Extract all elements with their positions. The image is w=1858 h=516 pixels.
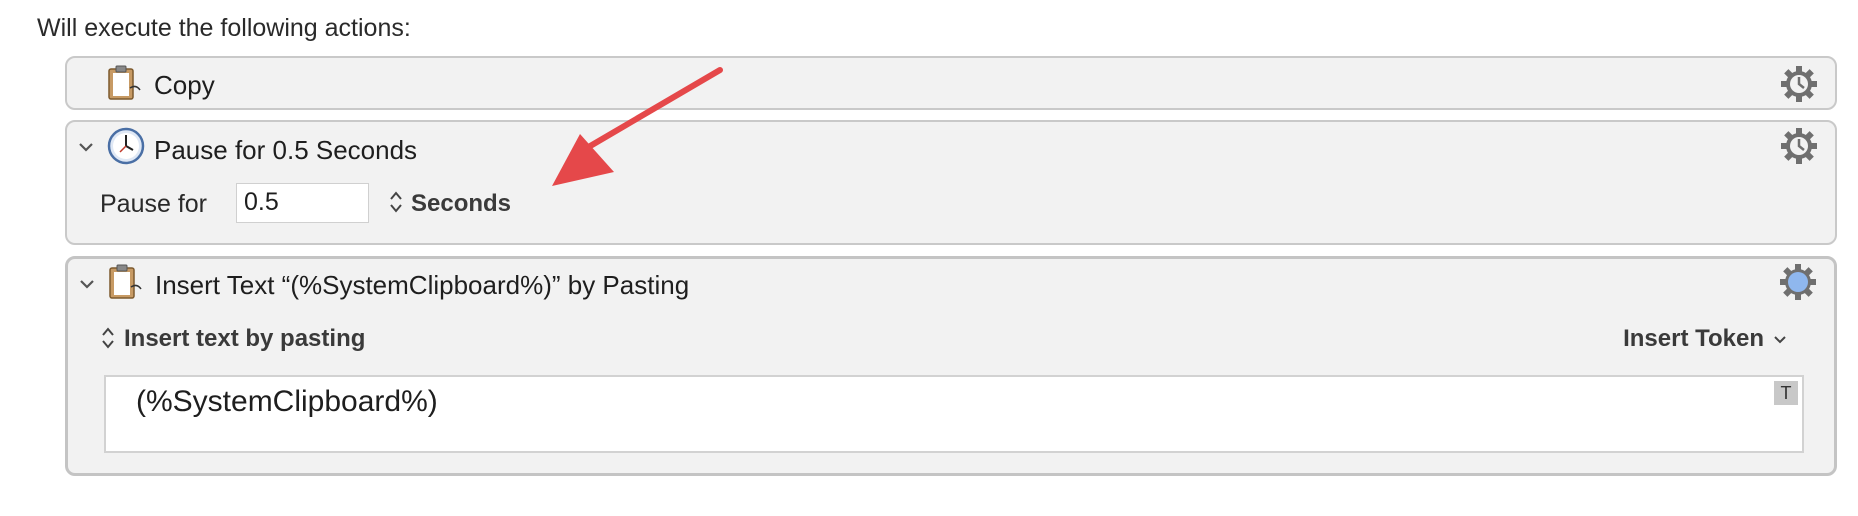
insert-mode-popup[interactable]: Insert text by pasting xyxy=(124,325,365,353)
up-down-stepper-icon[interactable] xyxy=(101,325,115,351)
text-field-content: (%SystemClipboard%) xyxy=(136,385,438,418)
chevron-down-icon[interactable] xyxy=(74,271,100,297)
action-title: Pause for 0.5 Seconds xyxy=(154,135,418,165)
clock-icon xyxy=(107,127,145,165)
annotation-arrow xyxy=(552,67,723,186)
action-insert-text[interactable]: Insert Text “(%SystemClipboard%)” by Pas… xyxy=(65,256,1837,476)
text-field[interactable]: (%SystemClipboard%) T xyxy=(104,375,1804,453)
time-unit-popup[interactable]: Seconds xyxy=(411,190,511,218)
action-title: Copy xyxy=(154,70,215,100)
clipboard-icon xyxy=(109,264,142,299)
gear-icon-active[interactable] xyxy=(1778,262,1818,302)
action-pause[interactable]: Pause for 0.5 Seconds Pause for 0.5 Seco… xyxy=(65,120,1837,245)
chevron-down-icon[interactable] xyxy=(1770,329,1790,349)
action-title: Insert Text “(%SystemClipboard%)” by Pas… xyxy=(155,270,690,300)
actions-heading: Will execute the following actions: xyxy=(37,14,411,42)
pause-label: Pause for xyxy=(100,190,208,218)
clipboard-icon xyxy=(108,65,141,100)
chevron-down-icon[interactable] xyxy=(73,134,99,160)
text-token-badge[interactable]: T xyxy=(1774,381,1798,405)
gear-icon[interactable] xyxy=(1779,126,1819,166)
gear-icon[interactable] xyxy=(1779,64,1819,104)
insert-token-menu[interactable]: Insert Token xyxy=(1623,325,1764,353)
action-copy[interactable]: Copy xyxy=(65,56,1837,110)
up-down-stepper-icon[interactable] xyxy=(389,189,403,215)
pause-value-field[interactable]: 0.5 xyxy=(236,183,369,223)
